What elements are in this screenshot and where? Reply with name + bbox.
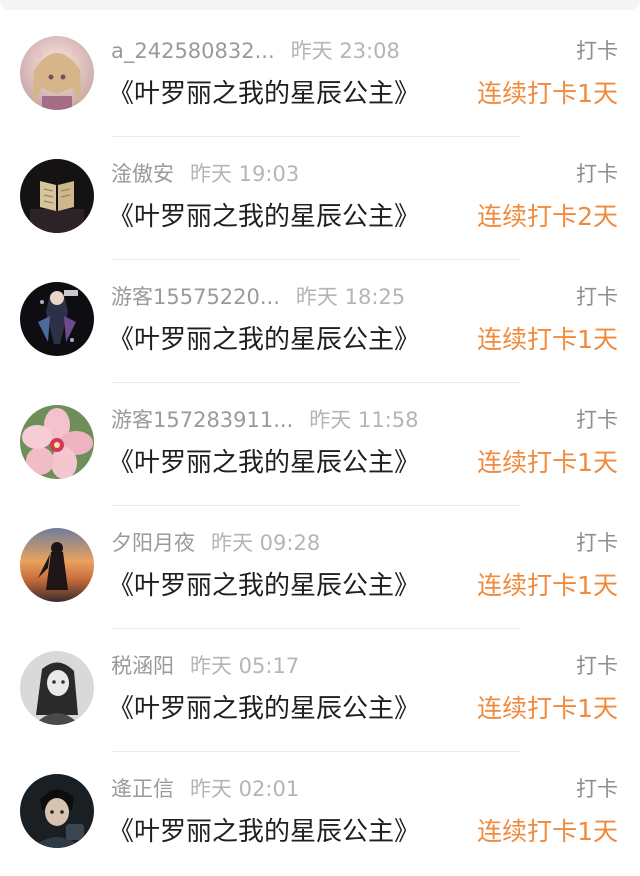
item-meta: 游客157283911... 昨天 11:58 (111, 405, 418, 435)
book-title[interactable]: 《叶罗丽之我的星辰公主》 (108, 199, 420, 235)
book-dark-avatar-icon[interactable] (20, 159, 94, 233)
username[interactable]: 游客157283911... (111, 405, 293, 435)
book-title[interactable]: 《叶罗丽之我的星辰公主》 (108, 814, 420, 850)
checkin-label: 打卡 (576, 285, 618, 309)
streak-text: 连续打卡1天 (477, 325, 618, 354)
timestamp: 昨天 11:58 (309, 408, 419, 432)
streak-text: 连续打卡1天 (477, 79, 618, 108)
timestamp: 昨天 02:01 (190, 777, 300, 801)
book-title[interactable]: 《叶罗丽之我的星辰公主》 (108, 691, 420, 727)
username[interactable]: 夕阳月夜 (111, 528, 195, 558)
list-item[interactable]: 游客15575220... 昨天 18:25 打卡 《叶罗丽之我的星辰公主》 连续… (0, 260, 640, 383)
username[interactable]: 淦傲安 (111, 159, 174, 189)
item-meta: a_242580832... 昨天 23:08 (111, 36, 400, 66)
book-title[interactable]: 《叶罗丽之我的星辰公主》 (108, 322, 420, 358)
streak-text: 连续打卡1天 (477, 571, 618, 600)
grayscale-girl-avatar-icon[interactable] (20, 651, 94, 725)
item-meta: 游客15575220... 昨天 18:25 (111, 282, 405, 312)
checkin-label: 打卡 (576, 39, 618, 63)
book-title[interactable]: 《叶罗丽之我的星辰公主》 (108, 445, 420, 481)
username[interactable]: 税涵阳 (111, 651, 174, 681)
timestamp: 昨天 05:17 (190, 654, 300, 678)
username[interactable]: 逄正信 (111, 774, 174, 804)
dark-portrait-avatar-icon[interactable] (20, 774, 94, 848)
timestamp: 昨天 19:03 (190, 162, 300, 186)
anime-girl-avatar-icon[interactable] (20, 36, 94, 110)
timestamp: 昨天 09:28 (211, 531, 321, 555)
checkin-label: 打卡 (576, 408, 618, 432)
book-title[interactable]: 《叶罗丽之我的星辰公主》 (108, 76, 420, 112)
timestamp: 昨天 18:25 (295, 285, 406, 309)
item-meta: 淦傲安 昨天 19:03 (111, 159, 299, 189)
username[interactable]: a_242580832... (111, 36, 275, 66)
pink-flower-avatar-icon[interactable] (20, 405, 94, 479)
checkin-label: 打卡 (576, 654, 618, 678)
streak-text: 连续打卡1天 (477, 448, 618, 477)
streak-text: 连续打卡1天 (477, 817, 618, 846)
checkin-list: a_242580832... 昨天 23:08 打卡 《叶罗丽之我的星辰公主》 连… (0, 14, 640, 875)
checkin-label: 打卡 (576, 777, 618, 801)
sunset-silhouette-avatar-icon[interactable] (20, 528, 94, 602)
list-item[interactable]: a_242580832... 昨天 23:08 打卡 《叶罗丽之我的星辰公主》 连… (0, 14, 640, 137)
list-item[interactable]: 淦傲安 昨天 19:03 打卡 《叶罗丽之我的星辰公主》 连续打卡2天 (0, 137, 640, 260)
list-item[interactable]: 游客157283911... 昨天 11:58 打卡 《叶罗丽之我的星辰公主》 连… (0, 383, 640, 506)
streak-text: 连续打卡2天 (477, 202, 618, 231)
username[interactable]: 游客15575220... (111, 282, 280, 312)
checkin-label: 打卡 (576, 162, 618, 186)
book-title[interactable]: 《叶罗丽之我的星辰公主》 (108, 568, 420, 604)
anime-poster-avatar-icon[interactable] (20, 282, 94, 356)
top-card-edge (0, 0, 640, 10)
item-meta: 税涵阳 昨天 05:17 (111, 651, 299, 681)
item-meta: 逄正信 昨天 02:01 (111, 774, 299, 804)
list-item[interactable]: 夕阳月夜 昨天 09:28 打卡 《叶罗丽之我的星辰公主》 连续打卡1天 (0, 506, 640, 629)
timestamp: 昨天 23:08 (290, 39, 400, 63)
list-item[interactable]: 税涵阳 昨天 05:17 打卡 《叶罗丽之我的星辰公主》 连续打卡1天 (0, 629, 640, 752)
streak-text: 连续打卡1天 (477, 694, 618, 723)
checkin-label: 打卡 (576, 531, 618, 555)
item-meta: 夕阳月夜 昨天 09:28 (111, 528, 320, 558)
list-item[interactable]: 逄正信 昨天 02:01 打卡 《叶罗丽之我的星辰公主》 连续打卡1天 (0, 752, 640, 875)
